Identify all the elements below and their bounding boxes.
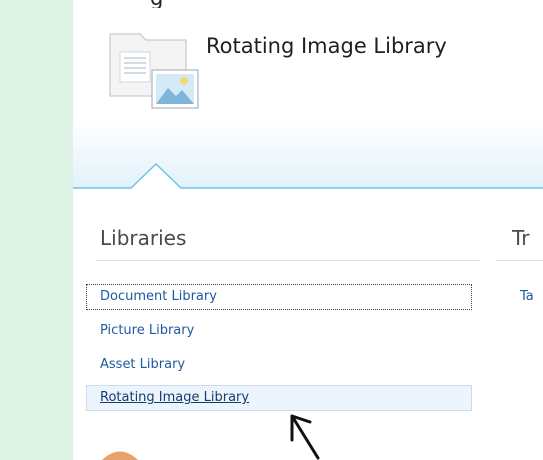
library-item-document-library[interactable]: Document Library [86, 284, 472, 310]
library-item-picture-library[interactable]: Picture Library [86, 318, 472, 344]
page-title: Rotating Image Library [206, 34, 447, 58]
library-item-rotating-image-library[interactable]: Rotating Image Library [86, 385, 472, 411]
clipped-heading-text: g [150, 0, 230, 8]
libraries-divider [96, 260, 480, 261]
second-section-divider [496, 260, 543, 261]
left-sidebar-strip [0, 0, 73, 460]
mouse-pointer-icon [290, 414, 320, 460]
second-section-heading: Tr [512, 226, 530, 250]
library-item-asset-library[interactable]: Asset Library [86, 352, 472, 378]
header-ribbon-band [73, 118, 543, 189]
libraries-heading: Libraries [100, 226, 187, 250]
image-library-icon [109, 33, 199, 109]
second-section-link[interactable]: Ta [520, 289, 543, 304]
decorative-orange-shape [102, 451, 138, 460]
